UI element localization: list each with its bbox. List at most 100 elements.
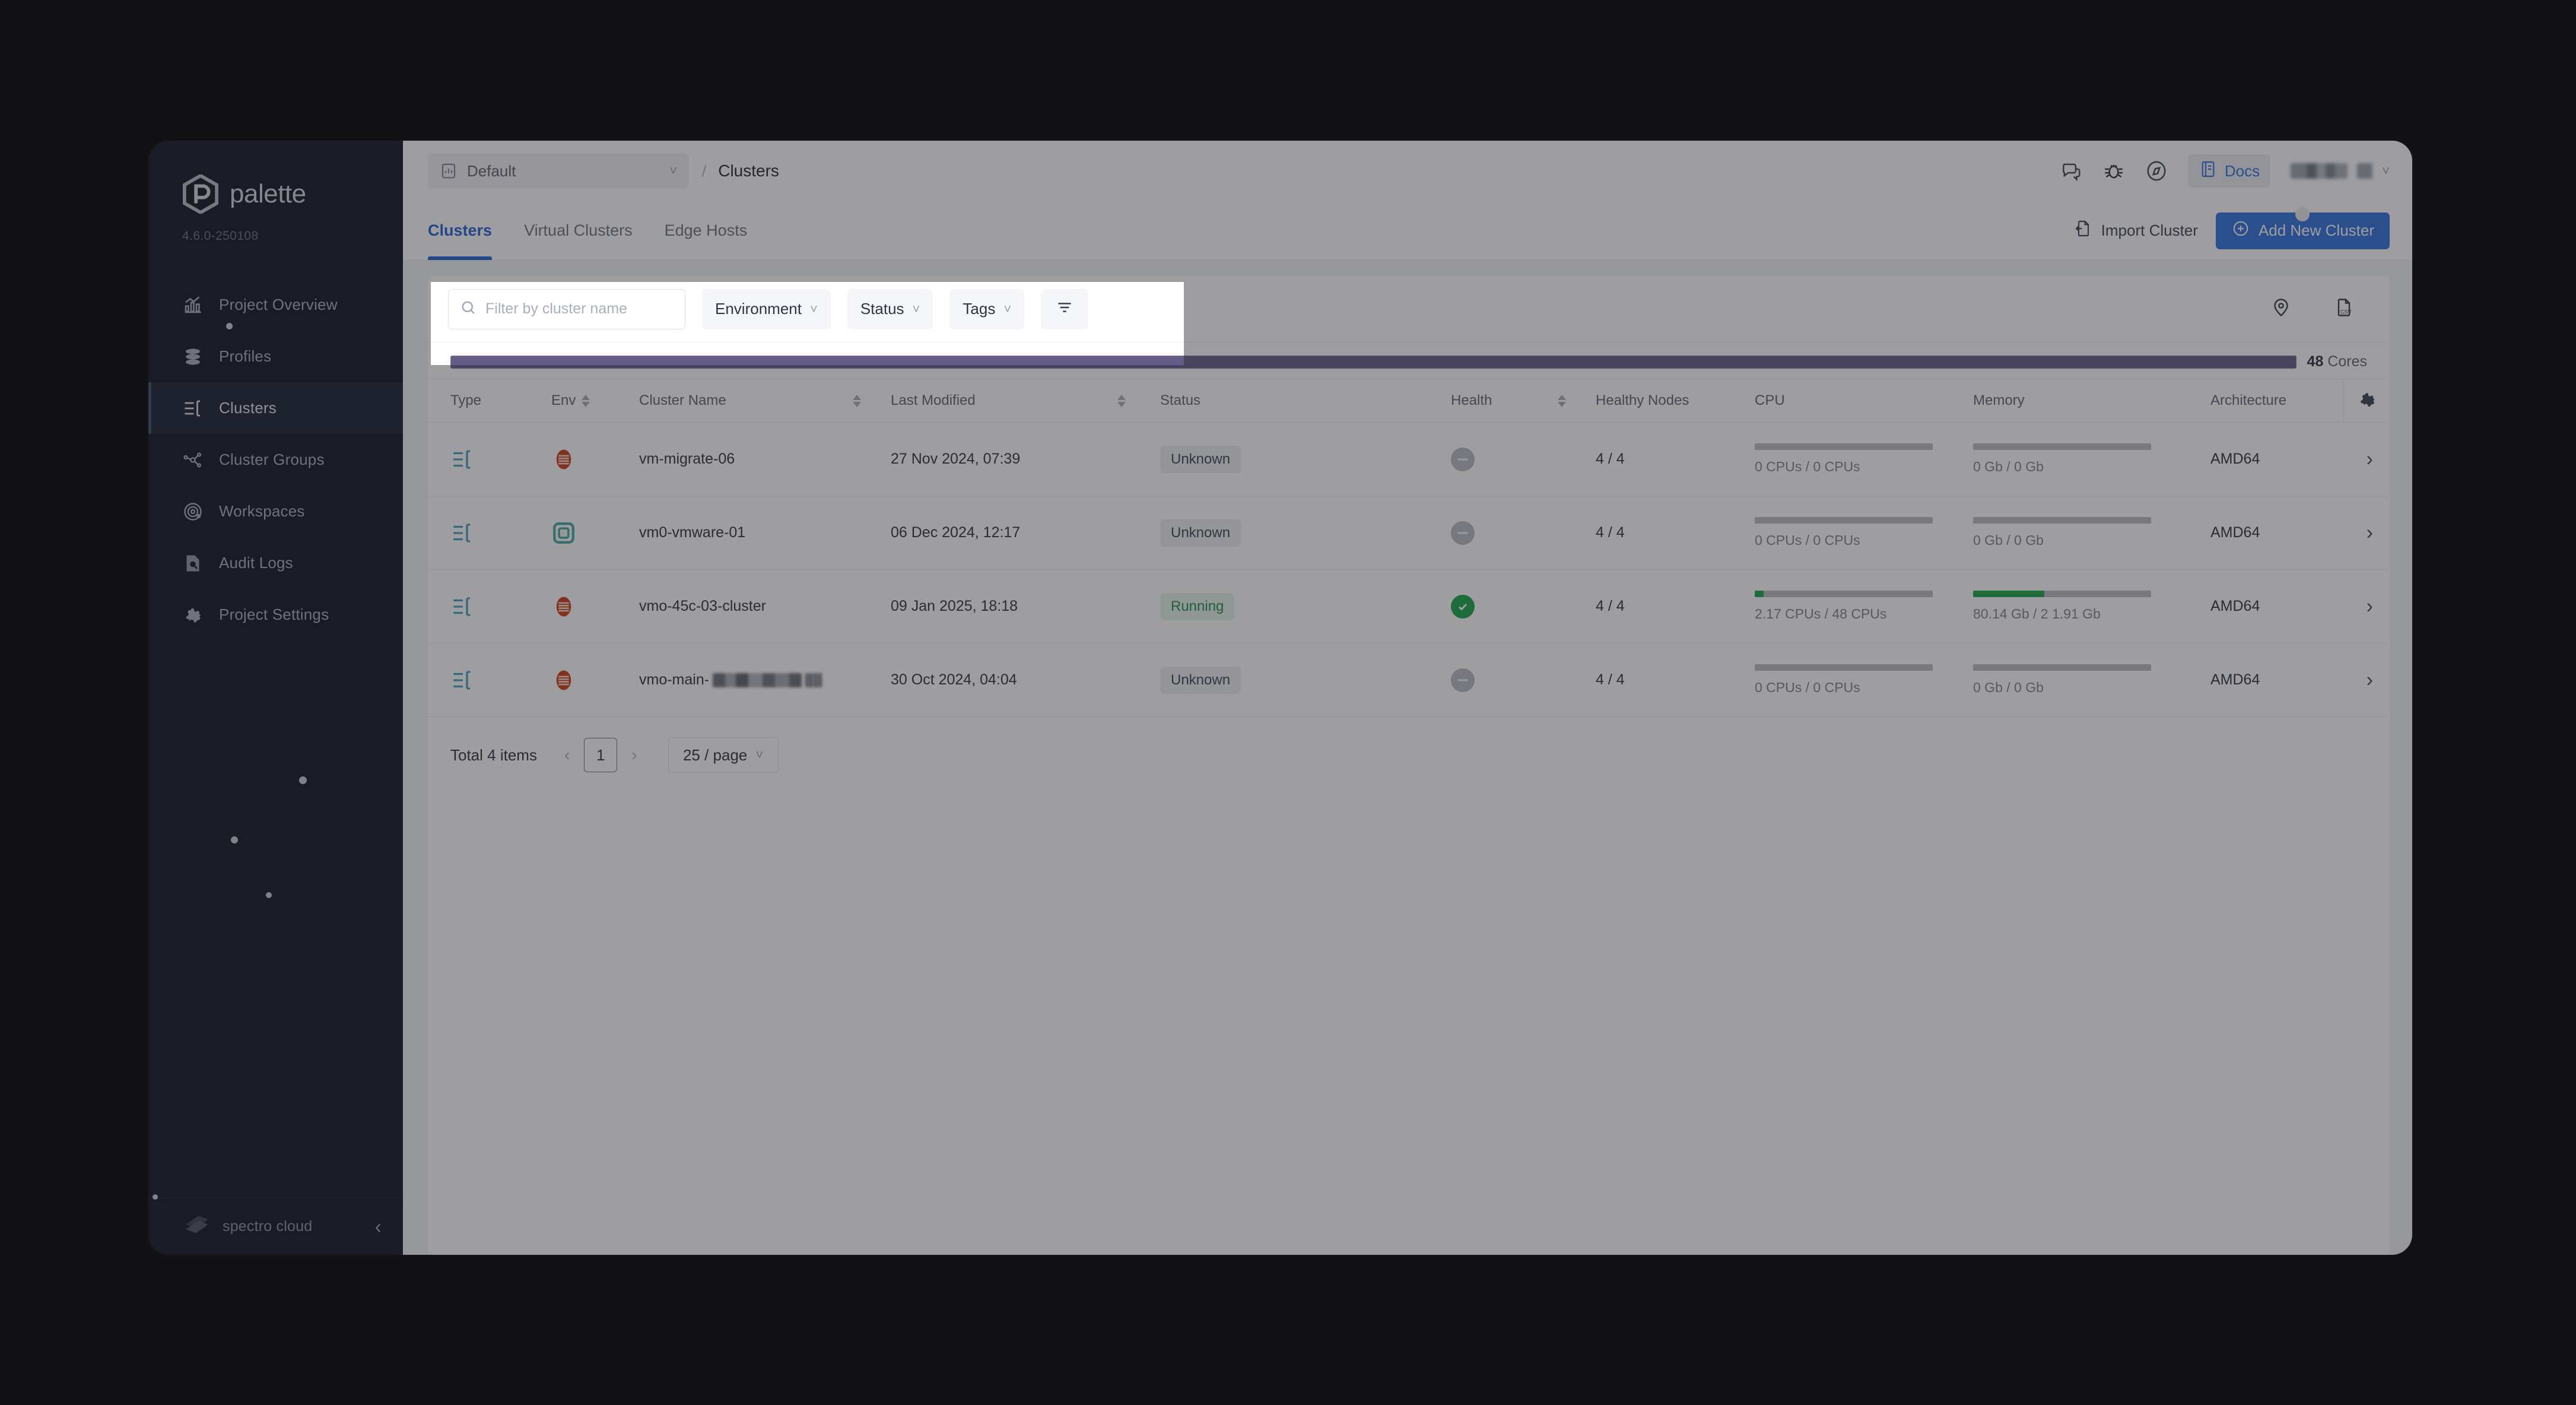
cluster-icon (450, 668, 475, 693)
table-settings-button[interactable] (2343, 379, 2390, 422)
status-filter[interactable]: Status ˅ (847, 288, 933, 329)
chevron-down-icon: ˅ (912, 301, 920, 316)
map-pin-icon (2270, 297, 2292, 321)
map-view-button[interactable] (2256, 289, 2307, 329)
cell-healthy-nodes: 4 / 4 (1596, 598, 1625, 614)
chevron-right-icon[interactable]: › (2367, 595, 2373, 618)
prev-page-button[interactable]: ‹ (564, 746, 570, 765)
cpu-meter: 0 CPUs / 0 CPUs (1755, 664, 1973, 696)
openstack-icon (551, 594, 576, 619)
openstack-icon (551, 447, 576, 472)
docs-button[interactable]: Docs (2187, 154, 2271, 188)
decorative-dot (299, 776, 307, 784)
cell-memory: 0 Gb / 0 Gb (1973, 516, 2210, 549)
table-header: Type Env Cluster Name Last Modified Stat… (428, 379, 2390, 423)
project-selector[interactable]: Default ˅ (428, 153, 689, 189)
bug-icon[interactable] (2102, 160, 2125, 182)
table-row[interactable]: vm0-vmware-01 06 Dec 2024, 12:17 Unknown… (428, 496, 2390, 570)
cell-env (551, 594, 639, 619)
table-row[interactable]: vmo-main- 30 Oct 2024, 04:04 Unknown 4 /… (428, 643, 2390, 717)
clusters-panel: Environment ˅ Status ˅ Tags ˅ (428, 276, 2390, 1255)
search-input[interactable] (485, 300, 674, 318)
column-cluster-name[interactable]: Cluster Name (639, 392, 853, 409)
cell-env (551, 447, 639, 472)
pagination: Total 4 items ‹ 1 › 25 / page ˅ (428, 717, 2390, 773)
filter-bar-right-actions: CSV (2256, 289, 2369, 329)
plus-circle-icon (2231, 219, 2250, 242)
tab-clusters[interactable]: Clusters (428, 201, 493, 260)
column-architecture: Architecture (2210, 392, 2287, 408)
sort-cluster-name[interactable] (853, 394, 891, 407)
chevron-down-icon: ˅ (809, 301, 818, 316)
sidebar-item-audit-logs[interactable]: Audit Logs (148, 537, 403, 589)
tab-virtual-clusters[interactable]: Virtual Clusters (524, 201, 633, 260)
user-name-redacted (2291, 163, 2348, 179)
tags-filter[interactable]: Tags ˅ (949, 288, 1025, 329)
cell-cpu: 2.17 CPUs / 48 CPUs (1755, 590, 1973, 623)
cell-type (450, 447, 551, 472)
user-menu[interactable]: ˅ (2291, 163, 2390, 179)
sidebar-item-cluster-groups[interactable]: Cluster Groups (148, 434, 403, 486)
column-healthy-nodes: Healthy Nodes (1596, 392, 1689, 408)
chevron-right-icon[interactable]: › (2367, 668, 2373, 692)
cell-cluster-name[interactable]: vm0-vmware-01 (639, 524, 891, 541)
column-env[interactable]: Env (551, 392, 639, 409)
advanced-filter-button[interactable] (1041, 288, 1089, 329)
cluster-icon (450, 521, 475, 545)
health-indicator-unknown (1451, 668, 1475, 692)
cell-cluster-name[interactable]: vmo-45c-03-cluster (639, 598, 891, 615)
sort-toggle[interactable] (582, 394, 590, 407)
cell-memory: 0 Gb / 0 Gb (1973, 664, 2210, 696)
cell-cluster-name[interactable]: vmo-main- (639, 671, 891, 689)
sidebar-item-label: Project Settings (219, 605, 329, 623)
cell-healthy-nodes: 4 / 4 (1596, 451, 1625, 467)
sidebar-item-project-settings[interactable]: Project Settings (148, 589, 403, 640)
sidebar-item-clusters[interactable]: Clusters (148, 382, 403, 434)
chevron-left-icon[interactable]: ‹ (375, 1217, 382, 1237)
workspaces-icon (182, 501, 204, 522)
column-health: Health (1451, 392, 1492, 408)
chevron-right-icon[interactable]: › (2367, 448, 2373, 471)
sidebar-item-profiles[interactable]: Profiles (148, 331, 403, 382)
next-page-button[interactable]: › (631, 746, 637, 765)
cell-last-modified: 06 Dec 2024, 12:17 (891, 524, 1021, 541)
sidebar-item-label: Workspaces (219, 502, 305, 520)
cell-cpu: 0 CPUs / 0 CPUs (1755, 664, 1973, 696)
environment-filter[interactable]: Environment ˅ (702, 288, 831, 329)
filter-bar: Environment ˅ Status ˅ Tags ˅ (428, 276, 2390, 342)
gear-icon (182, 604, 204, 626)
memory-usage-text: 0 Gb / 0 Gb (1973, 458, 2044, 474)
import-cluster-button[interactable]: Import Cluster (2074, 219, 2198, 242)
table-row[interactable]: vm-migrate-06 27 Nov 2024, 07:39 Unknown… (428, 423, 2390, 496)
cpu-meter: 0 CPUs / 0 CPUs (1755, 516, 1973, 549)
gear-icon (2356, 389, 2378, 413)
breadcrumb-current: Clusters (718, 161, 779, 180)
cpu-usage-text: 2.17 CPUs / 48 CPUs (1755, 605, 1887, 621)
sort-health[interactable] (1558, 394, 1596, 407)
search-input-wrapper[interactable] (448, 288, 685, 329)
tab-edge-hosts[interactable]: Edge Hosts (665, 201, 748, 260)
sidebar-item-workspaces[interactable]: Workspaces (148, 486, 403, 537)
palette-logo-icon (182, 173, 219, 215)
clusters-icon (182, 398, 204, 419)
add-new-cluster-button[interactable]: Add New Cluster (2215, 207, 2390, 249)
tags-filter-label: Tags (963, 300, 996, 318)
page-size-selector[interactable]: 25 / page ˅ (668, 737, 779, 773)
sort-last-modified[interactable] (1117, 394, 1160, 407)
cell-cpu: 0 CPUs / 0 CPUs (1755, 443, 1973, 475)
table-row[interactable]: vmo-45c-03-cluster 09 Jan 2025, 18:18 Ru… (428, 570, 2390, 643)
cpu-meter-track (1755, 590, 1933, 597)
cell-cluster-name[interactable]: vm-migrate-06 (639, 451, 891, 468)
compass-icon[interactable] (2145, 160, 2168, 182)
search-icon (459, 299, 477, 319)
page-number-1[interactable]: 1 (584, 738, 618, 772)
chevron-down-icon: ˅ (1003, 301, 1012, 316)
sidebar: palette 4.6.0-250108 Project Overview Pr… (148, 141, 403, 1255)
memory-meter-track (1973, 516, 2151, 524)
chat-icon[interactable] (2060, 160, 2082, 182)
export-csv-button[interactable]: CSV (2318, 289, 2369, 329)
column-last-modified[interactable]: Last Modified (891, 392, 1117, 409)
chevron-right-icon[interactable]: › (2367, 521, 2373, 544)
sidebar-item-project-overview[interactable]: Project Overview (148, 279, 403, 331)
cpu-meter-fill (1755, 590, 1764, 597)
